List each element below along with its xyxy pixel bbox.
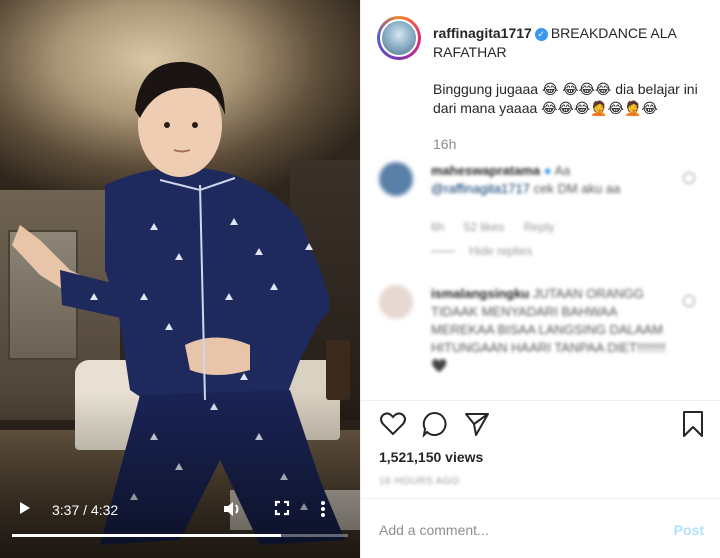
share-icon[interactable] [463,410,493,440]
time-separator: / [83,502,88,518]
video-progress-fill [12,534,281,537]
heart-icon[interactable] [379,410,409,440]
video-progress-bar[interactable] [12,534,348,537]
play-icon[interactable] [18,500,34,520]
hide-replies-button[interactable]: Hide replies [431,244,532,258]
username-link[interactable]: raffinagita1717 [433,25,532,41]
comment-reply-button[interactable]: Reply [524,220,555,234]
avatar[interactable] [380,19,418,57]
comment-age: 6h [431,220,445,234]
duration: 4:32 [90,502,119,518]
divider [361,498,720,499]
comment-avatar[interactable] [379,162,413,196]
video-vignette [0,0,360,558]
view-count[interactable]: 1,521,150 views [379,449,483,465]
current-time: 3:37 [52,502,80,518]
avatar-story-ring[interactable] [377,16,421,60]
video-time: 3:37 / 4:32 [52,500,118,520]
post-actions [377,410,707,442]
comment-like-icon[interactable] [683,172,695,184]
post-panel: raffinagita1717 ✓ BREAKDANCE ALA RAFATHAR … [360,0,720,558]
comment-username[interactable]: ismalangsingku [431,286,529,301]
post-comment-button[interactable]: Post [674,522,704,538]
volume-icon[interactable] [222,500,242,520]
comment-icon[interactable] [421,410,451,440]
bookmark-icon[interactable] [679,410,709,440]
caption-header: raffinagita1717 ✓ BREAKDANCE ALA RAFATHAR [433,24,703,62]
comment-meta: 6h 52 likes Reply [431,220,570,234]
comment-text: maheswapratama ● Aa @raffinagita1717 cek… [431,162,681,198]
more-vertical-icon[interactable] [320,500,340,520]
comment-username[interactable]: maheswapratama [431,163,540,178]
comment-likes[interactable]: 52 likes [464,220,505,234]
post-timestamp: 16 HOURS AGO [379,476,460,487]
comment-input[interactable]: Add a comment... [379,522,489,538]
verified-badge-icon: ● [543,163,552,178]
comment-like-icon[interactable] [683,295,695,307]
comment-text-suffix: cek DM aku aa [533,181,621,196]
comment-item: ismalangsingku JUTAAN ORANGG TIDAAK MENY… [379,285,709,395]
comment-mention[interactable]: @raffinagita1717 [431,181,530,196]
video-player[interactable]: 3:37 / 4:32 [0,0,360,558]
verified-badge-icon: ✓ [534,27,548,41]
fullscreen-icon[interactable] [274,500,292,520]
comment-text: ismalangsingku JUTAAN ORANGG TIDAAK MENY… [431,285,681,375]
post-time[interactable]: 16h [433,136,456,152]
caption-body: Binggung jugaaa 😂 😂😂😂 dia belajar ini da… [433,81,698,116]
comment-item: maheswapratama ● Aa @raffinagita1717 cek… [379,162,709,262]
divider [361,400,720,401]
comment-text-prefix: Aa [554,163,571,178]
comment-avatar[interactable] [379,285,413,319]
